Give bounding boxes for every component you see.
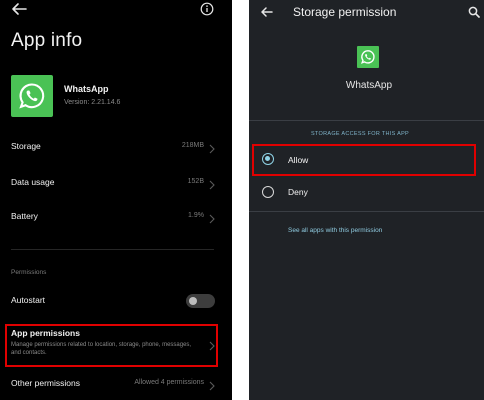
permissions-section-label: Permissions: [11, 269, 47, 276]
divider: [249, 120, 484, 121]
divider: [249, 211, 484, 212]
chevron-right-icon: [209, 177, 215, 190]
section-label: STORAGE ACCESS FOR THIS APP: [310, 131, 410, 137]
app-permissions-title[interactable]: App permissions: [11, 328, 80, 338]
whatsapp-icon: [11, 75, 53, 117]
app-info-screen: App info WhatsApp Version: 2.21.14.6 Sto…: [0, 0, 232, 400]
storage-value: 218MB: [181, 142, 204, 149]
data-usage-row[interactable]: Data usage 152B: [0, 171, 232, 195]
whatsapp-icon: [357, 46, 379, 68]
app-permissions-description: Manage permissions related to location, …: [11, 342, 192, 356]
back-arrow-icon[interactable]: [10, 1, 28, 17]
deny-radio[interactable]: [262, 186, 274, 198]
storage-label: Storage: [11, 141, 41, 151]
see-all-apps-link[interactable]: See all apps with this permission: [288, 227, 382, 234]
battery-row[interactable]: Battery 1.9%: [0, 205, 232, 229]
app-name: WhatsApp: [64, 84, 109, 94]
other-permissions-value: Allowed 4 permissions: [134, 379, 204, 386]
autostart-toggle[interactable]: [186, 294, 215, 308]
search-icon[interactable]: [468, 5, 480, 18]
page-title: App info: [11, 30, 83, 51]
battery-label: Battery: [11, 211, 38, 221]
battery-value: 1.9%: [188, 212, 204, 219]
toggle-knob: [189, 297, 197, 305]
allow-radio[interactable]: [262, 153, 274, 165]
deny-label[interactable]: Deny: [288, 187, 308, 197]
radio-dot: [265, 156, 270, 161]
chevron-right-icon: [209, 378, 215, 391]
chevron-right-icon: [209, 338, 215, 351]
divider: [11, 249, 214, 250]
other-permissions-label[interactable]: Other permissions: [11, 378, 80, 388]
chevron-right-icon: [209, 141, 215, 154]
back-arrow-icon[interactable]: [260, 5, 273, 17]
allow-label[interactable]: Allow: [288, 155, 308, 165]
chevron-right-icon: [209, 211, 215, 224]
info-icon[interactable]: [200, 2, 214, 16]
allow-highlight: [252, 144, 476, 176]
data-usage-label: Data usage: [11, 177, 55, 187]
autostart-label: Autostart: [11, 295, 46, 305]
app-name: WhatsApp: [345, 80, 393, 91]
app-version: Version: 2.21.14.6: [64, 99, 121, 106]
storage-permission-screen: Storage permission WhatsApp STORAGE ACCE…: [249, 0, 484, 400]
page-title: Storage permission: [293, 5, 397, 19]
storage-row[interactable]: Storage 218MB: [0, 135, 232, 159]
data-usage-value: 152B: [187, 178, 204, 185]
